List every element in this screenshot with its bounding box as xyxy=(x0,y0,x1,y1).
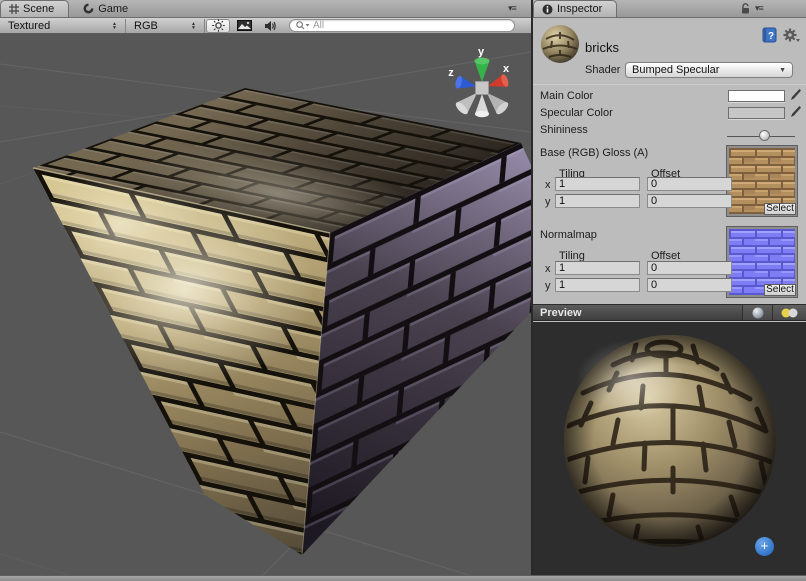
main-color-swatch[interactable] xyxy=(728,90,785,102)
draw-mode-dropdown[interactable]: Textured ▲▼ xyxy=(0,18,125,34)
grid-icon xyxy=(9,4,19,14)
base-map-select-button[interactable]: Select xyxy=(764,203,796,215)
normal-tiling-y-input[interactable] xyxy=(555,278,640,292)
tab-inspector[interactable]: Inspector xyxy=(533,0,617,17)
base-offset-y-input[interactable] xyxy=(647,194,732,208)
gizmo-z-label: z xyxy=(448,67,454,79)
gizmo-down-cone xyxy=(475,94,489,117)
scene-viewport[interactable]: y x z xyxy=(0,34,531,575)
tab-scene-label: Scene xyxy=(23,3,54,15)
base-offset-x-input[interactable] xyxy=(647,177,732,191)
unity-editor-window: Scene Game ▾≡ Textured ▲▼ RGB ▲▼ xyxy=(0,0,806,581)
gizmo-center-cube[interactable] xyxy=(476,82,489,95)
lock-icon[interactable] xyxy=(740,3,751,15)
tab-inspector-label: Inspector xyxy=(557,3,602,15)
scene-pane: Scene Game ▾≡ Textured ▲▼ RGB ▲▼ xyxy=(0,0,531,581)
two-lights-icon xyxy=(781,308,798,318)
normal-map-select-button[interactable]: Select xyxy=(764,284,796,296)
base-row-y-label: y xyxy=(545,196,551,208)
color-mode-value: RGB xyxy=(134,20,158,32)
gizmo-y-label: y xyxy=(478,46,485,58)
help-icon[interactable]: ? xyxy=(762,27,778,43)
chevron-down-icon: ▼ xyxy=(779,67,786,74)
scene-search-field[interactable]: All xyxy=(289,19,515,32)
shader-value: Bumped Specular xyxy=(632,64,719,76)
svg-text:?: ? xyxy=(768,31,774,42)
preview-lighting-button[interactable] xyxy=(772,305,806,320)
updown-arrows-icon: ▲▼ xyxy=(112,22,117,30)
base-map-label: Base (RGB) Gloss (A) xyxy=(540,147,648,159)
image-icon xyxy=(237,20,252,31)
eyedropper-icon[interactable] xyxy=(789,105,801,119)
gizmo-x-axis[interactable] xyxy=(486,73,510,92)
scene-lighting-toggle[interactable] xyxy=(206,19,230,33)
base-map-thumbnail[interactable]: Select xyxy=(727,146,797,216)
inspector-panel: Inspector ▾≡ bricks Shader xyxy=(533,0,806,581)
normal-row-x-label: x xyxy=(545,263,551,275)
updown-arrows-icon: ▲▼ xyxy=(191,22,196,30)
tab-scene[interactable]: Scene xyxy=(0,0,69,17)
shininess-label: Shininess xyxy=(540,124,588,136)
sphere-icon xyxy=(752,307,764,319)
shader-label: Shader xyxy=(585,64,620,76)
color-mode-dropdown[interactable]: RGB ▲▼ xyxy=(126,18,204,34)
normal-map-thumbnail[interactable]: Select xyxy=(727,227,797,297)
specular-color-label: Specular Color xyxy=(540,107,613,119)
normal-tiling-x-input[interactable] xyxy=(555,261,640,275)
gizmo-x-label: x xyxy=(503,63,510,75)
normal-offset-x-input[interactable] xyxy=(647,261,732,275)
specular-color-swatch[interactable] xyxy=(728,107,785,119)
scene-skybox-toggle[interactable] xyxy=(232,19,256,33)
normal-offset-y-input[interactable] xyxy=(647,278,732,292)
material-ball-thumbnail xyxy=(540,24,580,64)
shader-dropdown[interactable]: Bumped Specular ▼ xyxy=(625,62,793,78)
gear-icon[interactable] xyxy=(783,27,800,43)
gizmo-z-axis[interactable] xyxy=(454,75,478,93)
preview-bar: Preview xyxy=(533,304,806,321)
eyedropper-icon[interactable] xyxy=(789,88,801,102)
info-icon xyxy=(542,4,553,15)
window-bottom-edge xyxy=(0,575,806,581)
brick-cube xyxy=(33,88,531,555)
normal-map-label: Normalmap xyxy=(540,229,597,241)
inspector-tabstrip: Inspector ▾≡ xyxy=(533,0,806,18)
shininess-slider[interactable] xyxy=(727,136,795,137)
preview-viewport[interactable]: + xyxy=(533,322,806,575)
base-tiling-y-input[interactable] xyxy=(555,194,640,208)
search-icon xyxy=(296,21,310,30)
add-button[interactable]: + xyxy=(755,537,774,556)
scene-tabstrip: Scene Game ▾≡ xyxy=(0,0,531,18)
shininess-slider-knob[interactable] xyxy=(759,130,770,141)
game-icon xyxy=(83,3,94,14)
tab-game-label: Game xyxy=(98,3,128,15)
tab-game[interactable]: Game xyxy=(75,0,142,17)
normal-row-y-label: y xyxy=(545,280,551,292)
main-color-label: Main Color xyxy=(540,90,593,102)
gizmo-y-axis[interactable] xyxy=(475,58,490,82)
base-tiling-x-input[interactable] xyxy=(555,177,640,191)
preview-shape-button[interactable] xyxy=(742,305,772,320)
material-name: bricks xyxy=(585,40,619,55)
draw-mode-value: Textured xyxy=(8,20,50,32)
scene-render: y x z xyxy=(0,34,531,575)
preview-title: Preview xyxy=(533,307,742,319)
scene-toolbar: Textured ▲▼ RGB ▲▼ xyxy=(0,18,531,34)
base-row-x-label: x xyxy=(545,179,551,191)
scene-audio-toggle[interactable] xyxy=(258,19,282,33)
speaker-icon xyxy=(264,20,277,32)
scene-search-value: All xyxy=(313,20,324,31)
inspector-panel-menu-icon[interactable]: ▾≡ xyxy=(755,3,763,14)
scene-panel-menu-icon[interactable]: ▾≡ xyxy=(508,3,516,14)
sun-icon xyxy=(212,19,225,32)
toolbar-divider xyxy=(204,19,205,33)
